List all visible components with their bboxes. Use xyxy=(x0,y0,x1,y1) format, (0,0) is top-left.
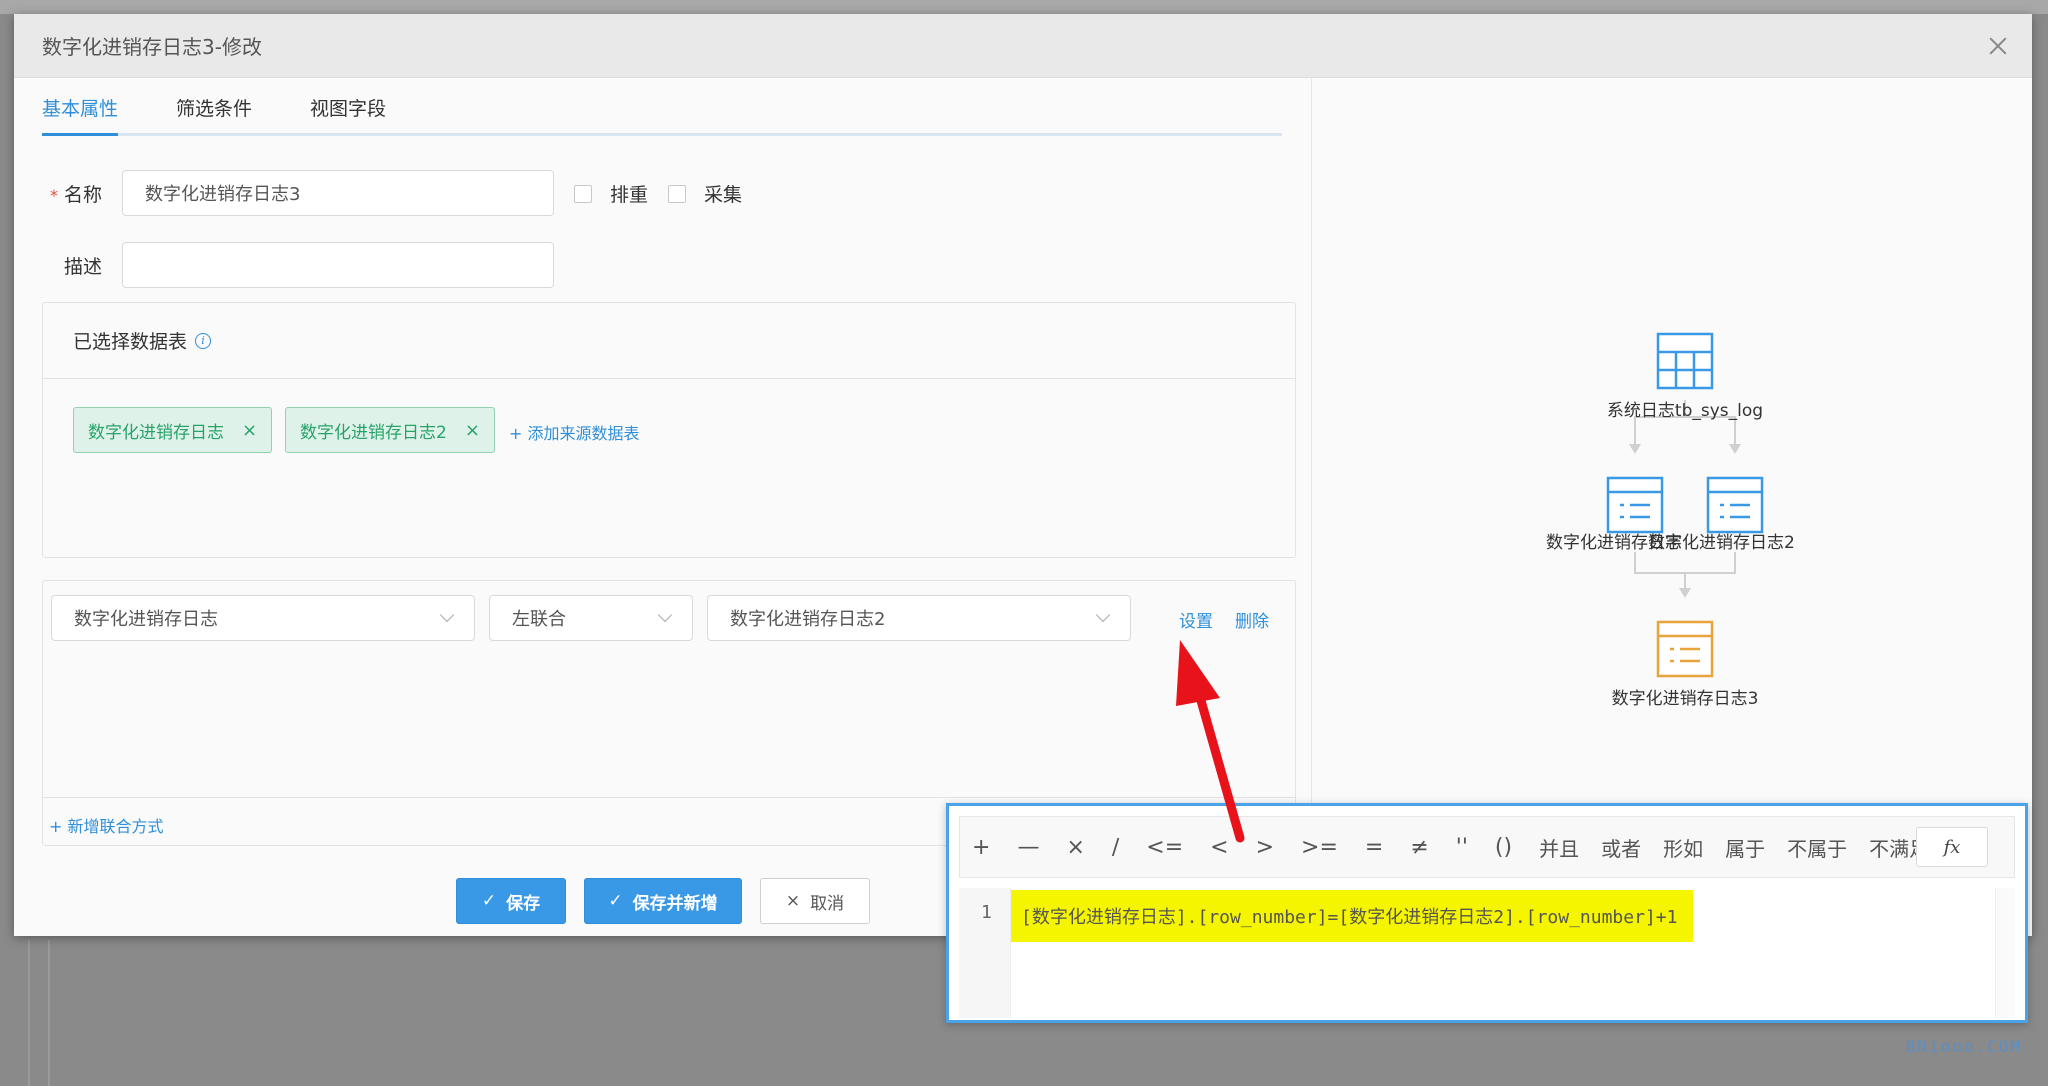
selected-tables-header: 已选择数据表 i xyxy=(43,303,1295,379)
left-table-select[interactable]: 数字化进销存日志 xyxy=(51,595,475,641)
tab-bar: 基本属性 筛选条件 视图字段 xyxy=(42,94,1282,136)
collect-checkbox-box[interactable] xyxy=(668,184,686,203)
operator-gt[interactable]: > xyxy=(1256,835,1274,860)
tab-filter-conditions[interactable]: 筛选条件 xyxy=(176,94,252,133)
tab-view-fields[interactable]: 视图字段 xyxy=(310,94,386,133)
delete-link[interactable]: 删除 xyxy=(1235,607,1269,632)
connector-line xyxy=(1734,552,1736,574)
chevron-down-icon xyxy=(439,607,455,623)
operator-lt[interactable]: < xyxy=(1210,835,1228,860)
operator-not-in[interactable]: 不属于 xyxy=(1787,833,1847,862)
name-input[interactable]: 数字化进销存日志3 xyxy=(122,170,554,216)
save-button[interactable]: ✓ 保存 xyxy=(456,878,566,924)
arrow-down-icon xyxy=(1629,444,1641,454)
arrow-down-icon xyxy=(1679,588,1691,598)
selected-tables-title: 已选择数据表 xyxy=(73,331,188,353)
table-tag: 数字化进销存日志 × xyxy=(73,407,273,453)
settings-link[interactable]: 设置 xyxy=(1179,607,1213,632)
diagram-node-label: 数字化进销存日志3 xyxy=(1611,689,1759,709)
table-tag: 数字化进销存日志2 × xyxy=(285,407,495,453)
formula-editor: + — × ∕ <= < > >= = ≠ '' () 并且 或者 形如 属于 … xyxy=(946,803,2028,1023)
list-table-icon xyxy=(1706,476,1764,534)
save-and-new-button[interactable]: ✓ 保存并新增 xyxy=(584,878,742,924)
operator-and[interactable]: 并且 xyxy=(1539,833,1579,862)
operator-multiply[interactable]: × xyxy=(1066,835,1084,860)
info-icon[interactable]: i xyxy=(195,332,212,349)
background-divider xyxy=(28,940,30,1086)
tab-basic-properties[interactable]: 基本属性 xyxy=(42,94,119,136)
description-label: 描述 xyxy=(64,256,103,278)
chevron-down-icon xyxy=(657,607,673,623)
operator-eq[interactable]: = xyxy=(1365,835,1383,860)
watermark: BNiooo.COM xyxy=(1905,1037,2022,1056)
operator-or[interactable]: 或者 xyxy=(1601,833,1641,862)
operator-parens[interactable]: () xyxy=(1495,835,1512,860)
formula-toolbar: + — × ∕ <= < > >= = ≠ '' () 并且 或者 形如 属于 … xyxy=(959,816,2015,878)
editor-scrollbar[interactable] xyxy=(1995,888,2015,1018)
line-number: 1 xyxy=(981,902,992,923)
diagram-node-child[interactable] xyxy=(1702,476,1768,534)
diagram-node-label: 系统日志tb_sys_log xyxy=(1606,401,1764,421)
background-divider xyxy=(48,940,50,1086)
operator-minus[interactable]: — xyxy=(1017,835,1039,860)
join-divider xyxy=(43,797,1295,798)
close-icon: × xyxy=(785,891,801,911)
arrow-down-icon xyxy=(1729,444,1741,454)
line-gutter: 1 xyxy=(959,888,1011,1018)
operator-plus[interactable]: + xyxy=(972,835,990,860)
dedup-label: 排重 xyxy=(610,184,649,206)
join-type-select[interactable]: 左联合 xyxy=(489,595,693,641)
table-tag-label: 数字化进销存日志2 xyxy=(300,422,447,443)
table-tag-label: 数字化进销存日志 xyxy=(88,422,224,443)
operator-divide[interactable]: ∕ xyxy=(1112,835,1119,860)
edit-dialog: 数字化进销存日志3-修改 基本属性 筛选条件 视图字段 * 名称 数字化进销存日志… xyxy=(14,14,2032,936)
dialog-title: 数字化进销存日志3-修改 xyxy=(42,35,262,59)
remove-tag-icon[interactable]: × xyxy=(242,420,257,441)
dialog-header: 数字化进销存日志3-修改 xyxy=(14,14,2032,78)
list-table-icon xyxy=(1656,620,1714,678)
operator-quotes[interactable]: '' xyxy=(1456,835,1468,860)
add-join-link[interactable]: + 新增联合方式 xyxy=(49,813,164,837)
background-strip xyxy=(0,0,2048,14)
close-icon[interactable] xyxy=(1986,34,2010,58)
dedup-checkbox-box[interactable] xyxy=(574,184,592,203)
dedup-checkbox[interactable]: 排重 xyxy=(574,180,648,207)
operator-like[interactable]: 形如 xyxy=(1663,833,1703,862)
check-icon: ✓ xyxy=(481,891,497,911)
operator-in[interactable]: 属于 xyxy=(1725,833,1765,862)
collect-label: 采集 xyxy=(704,184,743,206)
remove-tag-icon[interactable]: × xyxy=(465,420,480,441)
table-icon xyxy=(1656,332,1714,390)
operator-neq[interactable]: ≠ xyxy=(1410,835,1428,860)
diagram-node-root[interactable]: 系统日志tb_sys_log xyxy=(1604,332,1766,421)
operator-lte[interactable]: <= xyxy=(1146,835,1183,860)
chevron-down-icon xyxy=(1095,607,1111,623)
add-source-table-link[interactable]: + 添加来源数据表 xyxy=(509,420,640,444)
operator-gte[interactable]: >= xyxy=(1301,835,1338,860)
function-button[interactable]: fx xyxy=(1916,827,1988,867)
connector-line xyxy=(1634,552,1636,574)
list-table-icon xyxy=(1606,476,1664,534)
cancel-button[interactable]: × 取消 xyxy=(760,878,870,924)
diagram-node-result[interactable]: 数字化进销存日志3 xyxy=(1604,620,1766,709)
check-icon: ✓ xyxy=(608,891,623,911)
name-label: * 名称 xyxy=(50,184,103,206)
required-mark: * xyxy=(50,186,58,205)
description-input[interactable] xyxy=(122,242,554,288)
diagram-node-child[interactable] xyxy=(1602,476,1668,534)
diagram-node-label: 数字化进销存日志2 xyxy=(1648,533,1795,553)
code-editor[interactable]: 1 [数字化进销存日志].[row_number]=[数字化进销存日志2].[r… xyxy=(959,888,2015,1018)
right-table-select[interactable]: 数字化进销存日志2 xyxy=(707,595,1131,641)
formula-expression[interactable]: [数字化进销存日志].[row_number]=[数字化进销存日志2].[row… xyxy=(1011,890,1694,942)
collect-checkbox[interactable]: 采集 xyxy=(668,180,742,207)
selected-tables-box: 已选择数据表 i 数字化进销存日志 × 数字化进销存日志2 × + 添加来源数据… xyxy=(42,302,1296,558)
